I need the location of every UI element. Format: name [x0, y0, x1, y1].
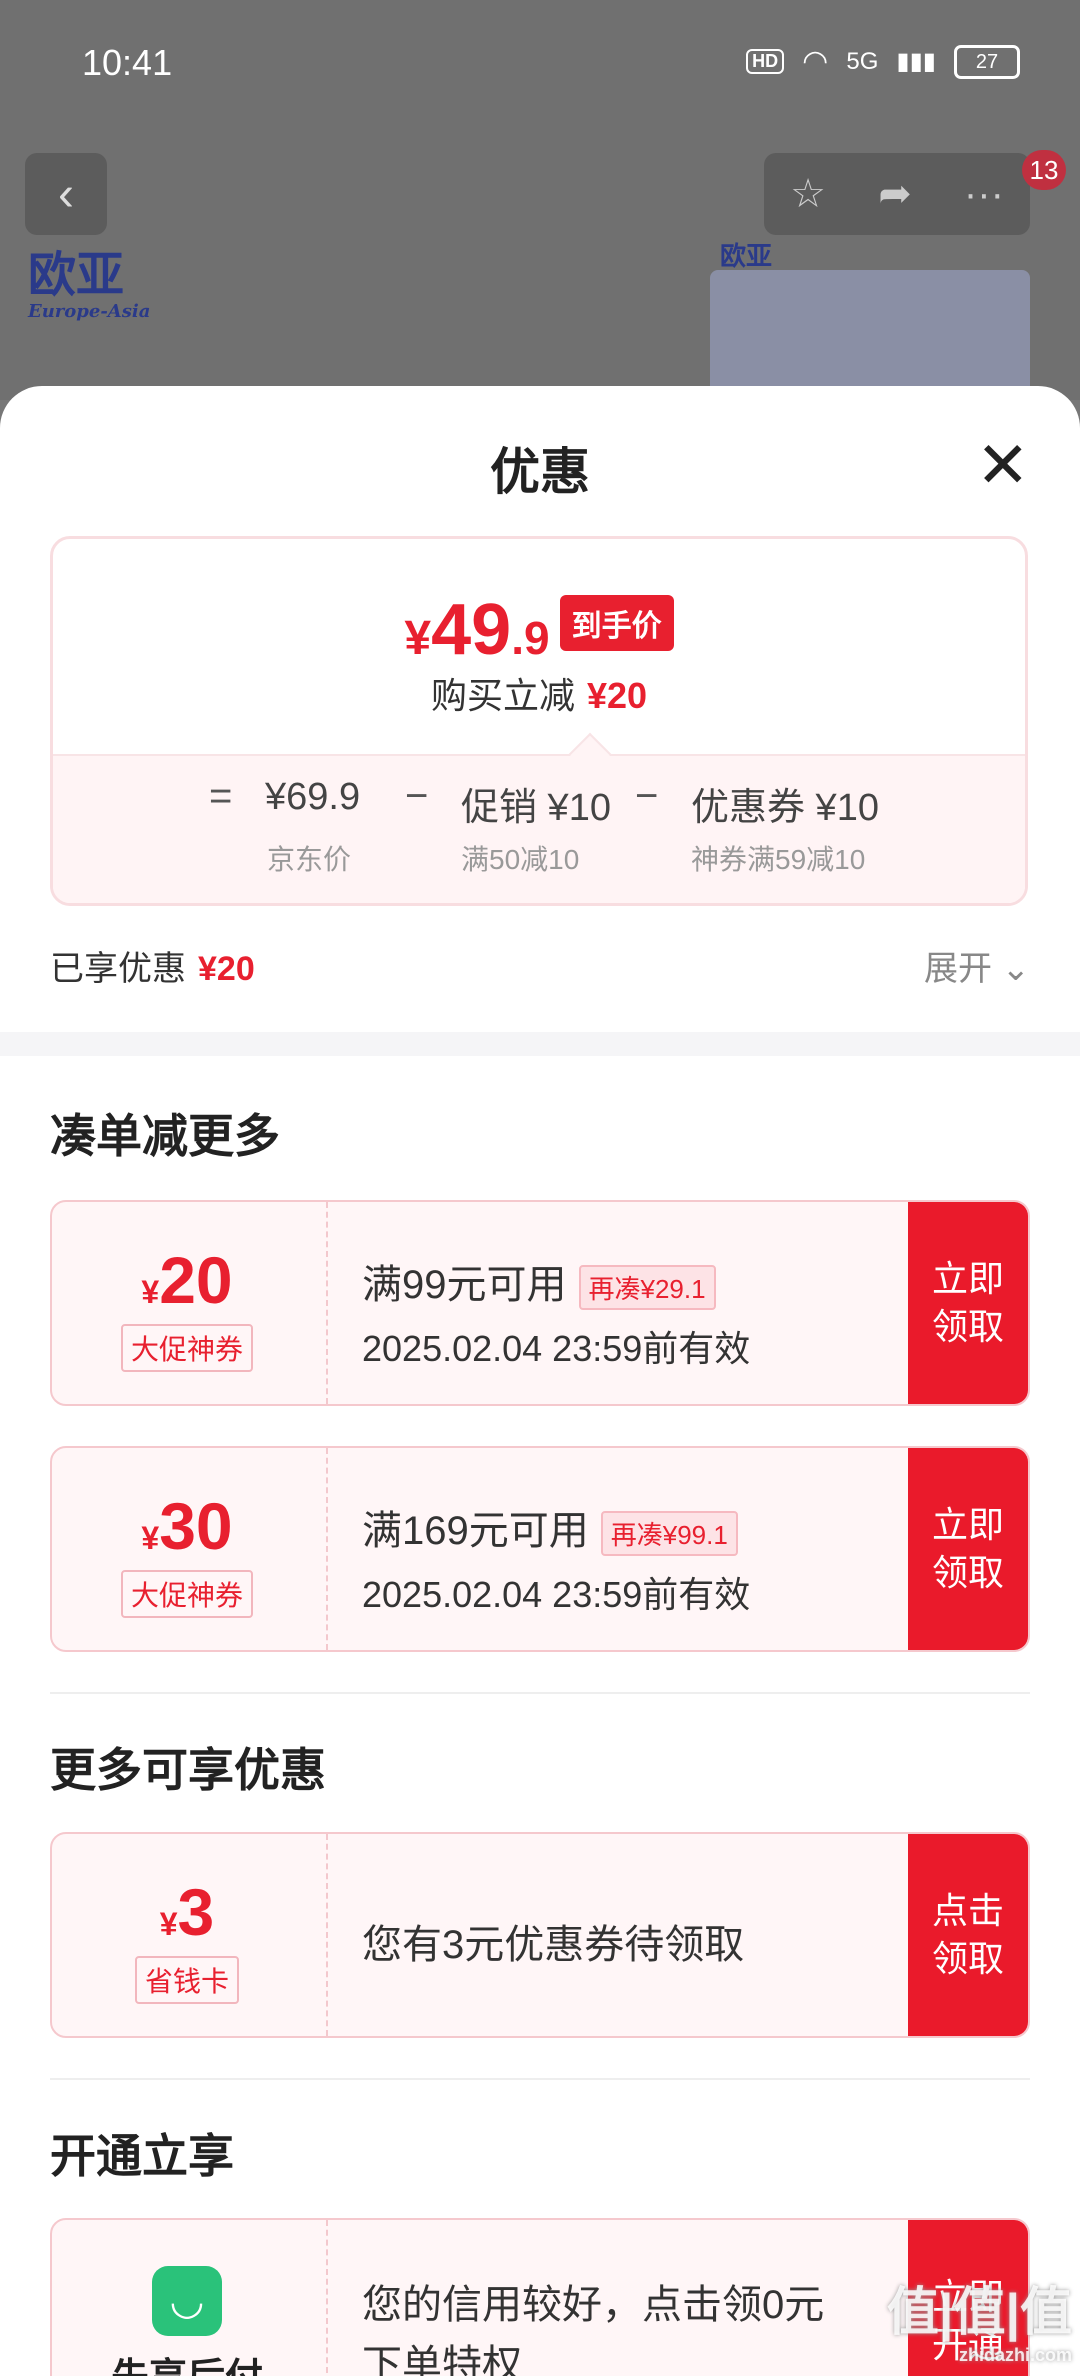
- chevron-left-icon: ‹: [58, 167, 74, 221]
- status-bar: 10:41 HD ◠ 5G ▮▮▮ 27: [0, 0, 1080, 130]
- final-price-tag: 到手价: [559, 595, 674, 651]
- coupon-value: ¥30: [141, 1489, 233, 1563]
- divider: [50, 2078, 1030, 2080]
- calc-row: = ¥69.9 京东价 − 促销 ¥10 满50减10 − 优惠券 ¥10 神券…: [53, 754, 1025, 903]
- shopping-bag-icon: ◡: [152, 2266, 222, 2336]
- coupon-card: ¥30 大促神券 满169元可用 再凑¥99.1 2025.02.04 23:59…: [50, 1446, 1030, 1652]
- cart-badge: 13: [1022, 150, 1066, 190]
- section-title-more-deals: 凑单减更多: [50, 1110, 280, 1162]
- reduce-line: 购买立减 ¥20: [430, 675, 648, 716]
- card-value: ¥3: [159, 1875, 215, 1949]
- status-time: 10:41: [82, 42, 173, 83]
- calc-coupon-label: 神券满59减10: [691, 844, 866, 875]
- share-icon[interactable]: ➦: [878, 171, 912, 217]
- calc-promo: 促销 ¥10: [461, 787, 611, 829]
- calc-jd-price: ¥69.9: [265, 776, 361, 818]
- calc-promo-label: 满50减10: [461, 844, 580, 875]
- close-icon[interactable]: ✕: [976, 428, 1030, 503]
- more-icon[interactable]: ···: [964, 172, 1004, 217]
- signal-icon: ▮▮▮: [896, 48, 936, 75]
- coupon-label: 大促神券: [120, 1570, 253, 1618]
- card-label: 省钱卡: [134, 1956, 239, 2004]
- coupon-card: ¥20 大促神券 满99元可用 再凑¥29.1 2025.02.04 23:59前…: [50, 1200, 1030, 1406]
- product-image: 欧亚: [710, 241, 1030, 400]
- wifi-icon: ◠: [802, 45, 829, 78]
- brand-logo: 欧亚 Europe-Asia: [28, 247, 151, 322]
- divider: [50, 1692, 1030, 1694]
- saving-card: ¥3 省钱卡 您有3元优惠券待领取 点击领取: [50, 1832, 1030, 2038]
- section-divider: [0, 1032, 1080, 1056]
- claim-card-button[interactable]: 点击领取: [908, 1834, 1028, 2036]
- coupon-expire: 2025.02.04 23:59前有效: [362, 1328, 751, 1369]
- paylater-text1: 您的信用较好，点击领0元: [362, 2283, 825, 2327]
- coupon-label: 大促神券: [120, 1324, 253, 1372]
- final-price: ¥49.9 到手价: [53, 589, 1025, 671]
- paylater-text2: 下单特权: [362, 2343, 522, 2376]
- coupon-value: ¥20: [141, 1243, 233, 1317]
- section-title-more-offers: 更多可享优惠: [50, 1744, 326, 1796]
- star-icon[interactable]: ☆: [790, 171, 826, 217]
- claim-coupon-button[interactable]: 立即领取: [908, 1448, 1028, 1650]
- chevron-down-icon: ⌄: [1001, 950, 1031, 988]
- coupon-expire: 2025.02.04 23:59前有效: [362, 1574, 751, 1615]
- nav-action-group: ☆ ➦ ···: [764, 153, 1030, 235]
- minus-sign: −: [405, 774, 429, 818]
- coupon-more-tag: 再凑¥99.1: [600, 1510, 738, 1556]
- enjoyed-discount: 已享优惠 ¥20: [50, 950, 255, 988]
- sheet-title: 优惠: [490, 444, 590, 500]
- coupon-more-tag: 再凑¥29.1: [578, 1264, 716, 1310]
- expand-button[interactable]: 展开 ⌄: [924, 941, 1030, 990]
- hd-icon: HD: [746, 49, 785, 74]
- equals-sign: =: [209, 774, 233, 818]
- paylater-card: ◡ 先享后付 您的信用较好，点击领0元 下单特权 立即开通: [50, 2218, 1030, 2376]
- minus-sign: −: [635, 774, 659, 818]
- price-breakdown: ¥49.9 到手价 购买立减 ¥20 = ¥69.9 京东价 − 促销 ¥10 满5…: [50, 536, 1028, 906]
- calc-coupon: 优惠券 ¥10: [691, 787, 879, 829]
- section-title-activate: 开通立享: [50, 2130, 234, 2182]
- claim-coupon-button[interactable]: 立即领取: [908, 1202, 1028, 1404]
- coupon-condition: 满99元可用 再凑¥29.1: [362, 1252, 716, 1310]
- network-label: 5G: [846, 47, 879, 75]
- calc-jd-label: 京东价: [267, 844, 352, 875]
- coupon-condition: 满169元可用 再凑¥99.1: [362, 1498, 738, 1556]
- back-button[interactable]: ‹: [25, 153, 107, 235]
- battery-icon: 27: [954, 44, 1020, 79]
- paylater-name: 先享后付: [52, 2346, 322, 2376]
- watermark: 值|值|值 zhidazhi.com: [886, 2284, 1072, 2365]
- discount-sheet: 优惠 ✕ ¥49.9 到手价 购买立减 ¥20 = ¥69.9 京东价 − 促销 ¥…: [0, 386, 1080, 2376]
- card-text: 您有3元优惠券待领取: [362, 1923, 745, 1967]
